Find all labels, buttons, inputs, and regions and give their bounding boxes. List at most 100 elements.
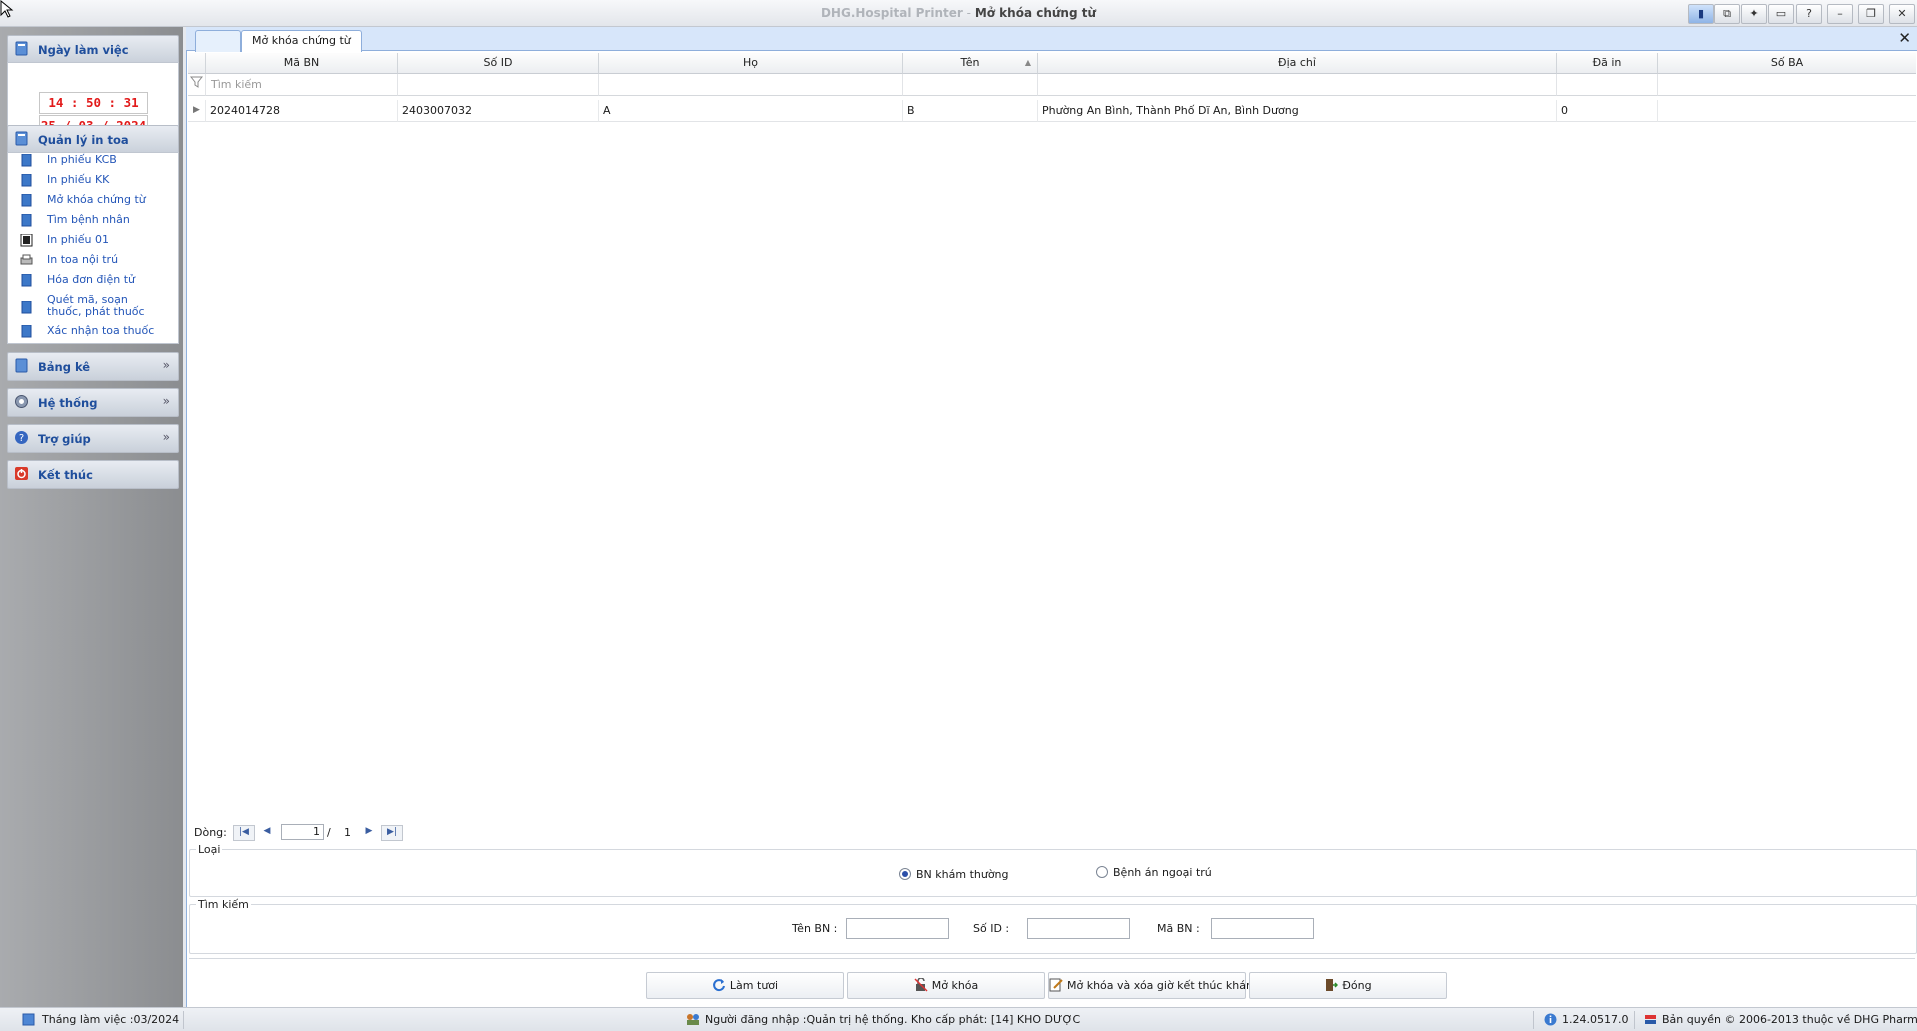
close-button[interactable]: Đóng xyxy=(1249,972,1447,999)
restore-button[interactable]: ❐ xyxy=(1858,4,1884,24)
help-icon: ? xyxy=(15,431,28,444)
tools-icon[interactable]: ✦ xyxy=(1741,4,1767,24)
page-number-input[interactable]: 1 xyxy=(281,824,324,840)
panel-ket-thuc-header[interactable]: Kết thúc xyxy=(7,460,179,489)
minimize-button[interactable]: – xyxy=(1827,4,1853,24)
info-icon xyxy=(1544,1013,1557,1026)
power-icon xyxy=(15,467,28,480)
app-name: DHG.Hospital Printer xyxy=(820,6,963,20)
close-window-button[interactable]: ✕ xyxy=(1889,4,1915,24)
search-group-legend: Tìm kiếm xyxy=(198,898,249,911)
tab-mo-khoa-chung-tu[interactable]: Mở khóa chứng từ xyxy=(241,30,362,52)
cell-so-ba[interactable] xyxy=(1658,100,1916,122)
cell-so-id[interactable]: 2403007032 xyxy=(398,100,599,122)
chevron-down-icon: » xyxy=(162,358,170,372)
book-icon xyxy=(21,325,32,338)
nav-label: Mở khóa chứng từ xyxy=(47,193,146,206)
help-book-icon[interactable]: ▮ xyxy=(1688,4,1714,24)
book-icon xyxy=(21,154,32,167)
radio-label: BN khám thường xyxy=(916,868,1009,881)
title-separator: - xyxy=(966,6,971,20)
nav-label: Xác nhận toa thuốc xyxy=(47,324,155,337)
book-icon xyxy=(21,214,32,227)
panel-bang-ke-title: Bảng kê xyxy=(38,360,91,374)
cell-ho[interactable]: A xyxy=(599,100,903,122)
radio-unselected-icon xyxy=(1096,866,1108,878)
panel-he-thong-header[interactable]: Hệ thống » xyxy=(7,388,179,417)
nav-label: Tìm bệnh nhân xyxy=(47,213,130,226)
cell-dia-chi[interactable]: Phường An Bình, Thành Phố Dĩ An, Bình Dư… xyxy=(1038,100,1557,122)
close-label: Đóng xyxy=(1342,979,1372,992)
panel-bang-ke-header[interactable]: Bảng kê » xyxy=(7,352,179,381)
type-group-legend: Loại xyxy=(198,843,221,856)
filter-input-da-in[interactable] xyxy=(1557,74,1658,96)
filter-input-ho[interactable] xyxy=(599,74,903,96)
col-header-da-in[interactable]: Đã in xyxy=(1557,53,1658,74)
refresh-button[interactable]: Làm tươi xyxy=(646,972,844,999)
book-icon xyxy=(15,131,28,146)
next-page-icon[interactable]: ▶ xyxy=(359,825,379,839)
status-divider xyxy=(183,1011,184,1029)
tab-blank[interactable] xyxy=(195,30,241,52)
dock-icon[interactable]: ⧉ xyxy=(1714,4,1740,24)
panel-tro-giup-title: Trợ giúp xyxy=(38,432,91,446)
panel-workday-header[interactable]: Ngày làm việc xyxy=(7,35,179,64)
label-ma-bn: Mã BN : xyxy=(1157,922,1200,935)
cell-ma-bn[interactable]: 2024014728 xyxy=(206,100,398,122)
filter-input-so-id[interactable] xyxy=(398,74,599,96)
book-icon xyxy=(21,174,32,187)
sort-ascending-icon: ▲ xyxy=(1024,58,1031,67)
first-page-icon[interactable]: |◀ xyxy=(233,825,255,841)
window-icon[interactable]: ▭ xyxy=(1768,4,1794,24)
help-button[interactable]: ? xyxy=(1796,4,1822,24)
prev-page-icon[interactable]: ◀ xyxy=(257,825,277,839)
divider xyxy=(189,958,1915,959)
page-slash: / xyxy=(327,826,331,839)
status-version: 1.24.0517.0 xyxy=(1562,1013,1629,1026)
col-header-ma-bn[interactable]: Mã BN xyxy=(206,53,398,74)
panel-he-thong-title: Hệ thống xyxy=(38,396,98,410)
users-icon xyxy=(687,1014,699,1025)
unlock-label: Mở khóa xyxy=(931,979,979,992)
panel-print-title: Quản lý in toa xyxy=(38,133,129,147)
col-header-dia-chi[interactable]: Địa chỉ xyxy=(1038,53,1557,74)
pager-label: Dòng: xyxy=(194,826,227,839)
panel-ket-thuc-title: Kết thúc xyxy=(38,468,93,482)
input-ma-bn[interactable] xyxy=(1211,918,1314,939)
input-ten-bn[interactable] xyxy=(846,918,949,939)
filter-input-so-ba[interactable] xyxy=(1658,74,1916,96)
label-ten-bn: Tên BN : xyxy=(792,922,838,935)
status-divider xyxy=(1533,1011,1534,1029)
filter-input-ma-bn[interactable]: Tìm kiếm xyxy=(206,74,398,96)
col-header-so-id[interactable]: Số ID xyxy=(398,53,599,74)
row-indicator-icon[interactable]: ▶ xyxy=(188,100,206,122)
col-header-so-ba[interactable]: Số BA xyxy=(1658,53,1916,74)
book-icon xyxy=(15,358,28,373)
unlock-button[interactable]: Mở khóa xyxy=(847,972,1045,999)
window-title: DHG.Hospital Printer - Mở khóa chứng từ xyxy=(0,6,1917,20)
filter-icon xyxy=(188,74,206,96)
cell-da-in[interactable]: 0 xyxy=(1557,100,1658,122)
company-logo-icon xyxy=(1645,1015,1656,1024)
form-icon xyxy=(20,234,33,247)
cell-ten[interactable]: B xyxy=(903,100,1038,122)
unlock-clear-button[interactable]: Mở khóa và xóa giờ kết thúc khám xyxy=(1048,972,1257,999)
last-page-icon[interactable]: ▶| xyxy=(381,825,403,841)
filter-input-ten[interactable] xyxy=(903,74,1038,96)
panel-print-header[interactable]: Quản lý in toa xyxy=(7,125,179,154)
status-copyright: Bản quyền © 2006-2013 thuộc về DHG Pharm… xyxy=(1662,1013,1917,1026)
panel-tro-giup-header[interactable]: ? Trợ giúp » xyxy=(7,424,179,453)
col-header-ho[interactable]: Họ xyxy=(599,53,903,74)
nav-label: In phiếu KK xyxy=(47,173,110,186)
status-bar: Tháng làm việc :03/2024 Người đăng nhập … xyxy=(0,1007,1917,1031)
filter-input-dia-chi[interactable] xyxy=(1038,74,1557,96)
input-so-id[interactable] xyxy=(1027,918,1130,939)
col-header-ten[interactable]: Tên ▲ xyxy=(903,53,1038,74)
status-month: Tháng làm việc :03/2024 xyxy=(42,1013,180,1026)
panel-workday-title: Ngày làm việc xyxy=(38,43,129,57)
col-header-ten-label: Tên xyxy=(960,56,980,69)
close-tab-icon[interactable]: ✕ xyxy=(1898,29,1911,47)
page-total: 1 xyxy=(344,826,351,839)
tab-strip: Mở khóa chứng từ ✕ xyxy=(186,27,1917,52)
unlock-clear-label: Mở khóa và xóa giờ kết thúc khám xyxy=(1067,979,1257,992)
